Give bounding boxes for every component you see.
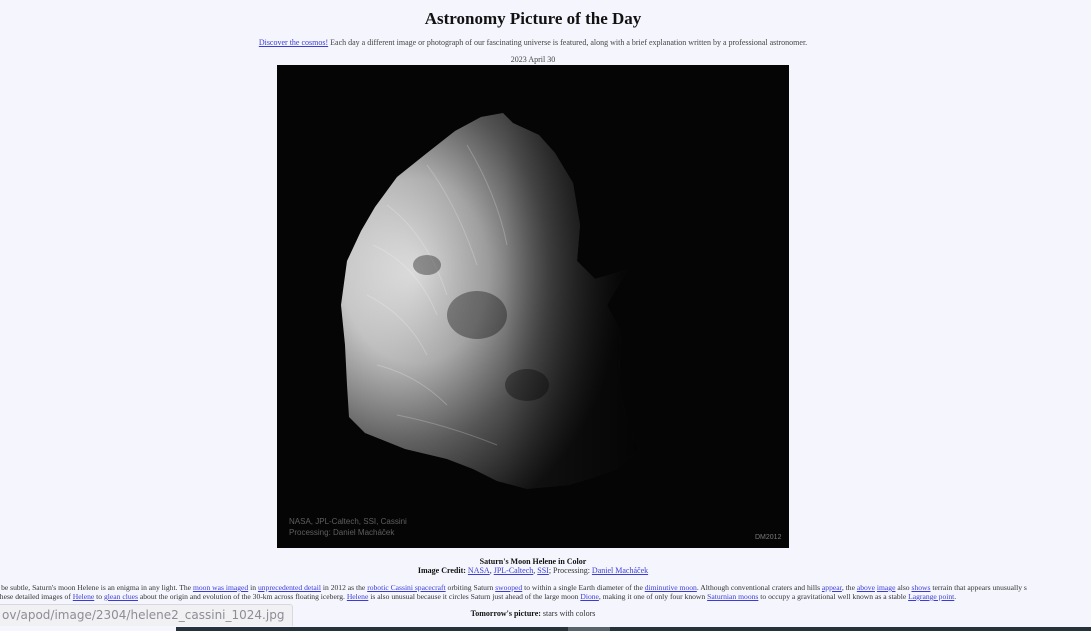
explanation-link[interactable]: shows <box>911 583 930 592</box>
explanation-segment: ay be subtle, Saturn's moon Helene is an… <box>0 583 193 592</box>
explanation-link[interactable]: moon was imaged <box>193 583 248 592</box>
credit-link-jpl[interactable]: JPL-Caltech <box>494 566 534 575</box>
watermark-credit: NASA, JPL-Caltech, SSI, Cassini <box>289 517 407 526</box>
explanation-segment: in <box>248 583 258 592</box>
explanation-link[interactable]: swooped <box>495 583 522 592</box>
explanation-segment: to <box>94 592 104 601</box>
credit-link-nasa[interactable]: NASA <box>468 566 490 575</box>
explanation-segment: , making it one of only four known <box>598 592 708 601</box>
explanation-segment: is also unusual because it circles Satur… <box>368 592 581 601</box>
explanation-link[interactable]: Lagrange point <box>908 592 954 601</box>
tagline: Discover the cosmos! Each day a differen… <box>0 38 1066 47</box>
credit-link-ssi[interactable]: SSI <box>537 566 549 575</box>
explanation-line-1: ay be subtle, Saturn's moon Helene is an… <box>0 583 1091 592</box>
explanation-link[interactable]: Helene <box>347 592 369 601</box>
explanation-line-2: g these detailed images of Helene to gle… <box>0 592 1091 601</box>
watermark-processing: Processing: Daniel Macháček <box>289 528 395 537</box>
explanation-link[interactable]: Saturnian moons <box>707 592 758 601</box>
page-title: Astronomy Picture of the Day <box>424 9 642 28</box>
explanation-link[interactable]: above <box>857 583 875 592</box>
explanation-segment: in 2012 as the <box>320 583 368 592</box>
explanation-segment: . Although conventional craters and hill… <box>696 583 822 592</box>
explanation-link[interactable]: robotic Cassini spacecraft <box>367 583 445 592</box>
processing-label: ; Processing: <box>548 566 592 575</box>
helene-moon-image: NASA, JPL-Caltech, SSI, Cassini Processi… <box>277 65 789 548</box>
explanation-segment: about the origin and evolution of the 30… <box>137 592 347 601</box>
explanation-segment: also <box>895 583 912 592</box>
picture-title: Saturn's Moon Helene in Color <box>479 557 587 566</box>
explanation-segment: . <box>954 592 957 601</box>
tomorrow-text: stars with colors <box>540 609 596 618</box>
tagline-text: Each day a different image or photograph… <box>328 38 808 47</box>
explanation-segment: to occupy a gravitational well known as … <box>758 592 909 601</box>
explanation-link[interactable]: unprecedented detail <box>258 583 321 592</box>
apod-date: 2023 April 30 <box>510 55 556 64</box>
credit-label: Image Credit: <box>417 566 466 575</box>
explanation-text: ay be subtle, Saturn's moon Helene is an… <box>0 583 1091 601</box>
discover-cosmos-link[interactable]: Discover the cosmos! <box>259 38 328 47</box>
explanation-link[interactable]: appear <box>822 583 842 592</box>
explanation-segment: to within a single Earth diameter of the <box>522 583 645 592</box>
explanation-segment: , the <box>841 583 857 592</box>
explanation-link[interactable]: glean clues <box>104 592 138 601</box>
image-credit: Image Credit: NASA, JPL-Caltech, SSI; Pr… <box>417 566 649 575</box>
explanation-segment: orbiting Saturn <box>445 583 496 592</box>
status-bar-url: ov/apod/image/2304/helene2_cassini_1024.… <box>0 604 294 626</box>
bottom-strip-segment <box>568 627 610 631</box>
explanation-segment: terrain that appears unusually s <box>930 583 1027 592</box>
explanation-link[interactable]: Dione <box>580 592 599 601</box>
tomorrow-label: Tomorrow's picture: <box>470 609 541 618</box>
photographer-signature: DM2012 <box>755 534 782 541</box>
credit-link-processor[interactable]: Daniel Macháček <box>592 566 648 575</box>
explanation-link[interactable]: diminutive moon <box>645 583 697 592</box>
apod-image-link[interactable]: NASA, JPL-Caltech, SSI, Cassini Processi… <box>277 65 789 548</box>
bottom-strip <box>176 627 1091 631</box>
explanation-segment: g these detailed images of <box>0 592 73 601</box>
explanation-link[interactable]: image <box>877 583 896 592</box>
explanation-link[interactable]: Helene <box>73 592 95 601</box>
